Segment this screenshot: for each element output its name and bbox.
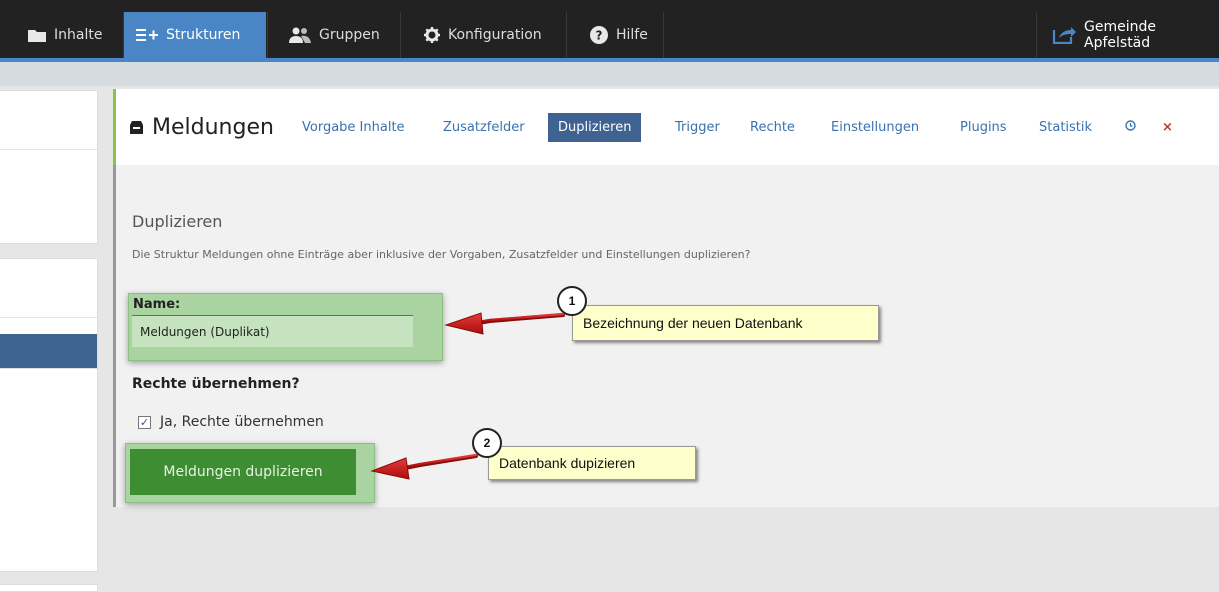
sidebar-panel [0, 368, 98, 572]
rights-checkbox[interactable]: ✓ [138, 415, 151, 429]
nav-item-inhalte[interactable]: Inhalte [16, 12, 114, 58]
clock-icon [1125, 120, 1136, 135]
tab-plugins[interactable]: Plugins [950, 113, 1017, 142]
nav-divider [566, 12, 567, 58]
inbox-icon [129, 115, 144, 140]
structure-icon [136, 28, 158, 42]
tab-trigger[interactable]: Trigger [665, 113, 730, 142]
tab-vorgabe-inhalte[interactable]: Vorgabe Inhalte [292, 113, 415, 142]
folder-icon [28, 28, 46, 42]
callout-text: Datenbank dupizieren [499, 455, 636, 471]
tab-statistik[interactable]: Statistik [1029, 113, 1102, 142]
section-description: Die Struktur Meldungen ohne Einträge abe… [132, 248, 751, 261]
rights-checkbox-label: Ja, Rechte übernehmen [160, 414, 324, 430]
callout-text: Bezeichnung der neuen Datenbank [583, 315, 803, 331]
nav-item-label: Gruppen [319, 27, 380, 43]
external-link-icon [1052, 26, 1076, 44]
callout-duplicate: Datenbank dupizieren [488, 446, 696, 480]
site-link[interactable]: Gemeinde Apfelstäd [1040, 12, 1219, 58]
page-title-text: Meldungen [152, 115, 274, 140]
tab-einstellungen[interactable]: Einstellungen [821, 113, 929, 142]
callout-number-badge: 1 [557, 286, 587, 316]
tab-zusatzfelder[interactable]: Zusatzfelder [433, 113, 535, 142]
tab-duplizieren[interactable]: Duplizieren [548, 113, 642, 142]
users-icon [289, 27, 311, 43]
nav-divider [663, 12, 664, 58]
sidebar-panel [0, 584, 98, 592]
sidebar-panel [0, 90, 98, 244]
nav-item-label: Konfiguration [448, 27, 542, 43]
section-title: Duplizieren [132, 212, 223, 231]
tab-history[interactable] [1115, 113, 1146, 142]
duplicate-button[interactable]: Meldungen duplizieren [130, 449, 356, 495]
sidebar-item-active[interactable] [0, 334, 97, 368]
site-link-label: Gemeinde Apfelstäd [1084, 19, 1156, 51]
page-title: Meldungen [129, 115, 274, 140]
top-navigation: Inhalte Strukturen Gruppen Konfiguration… [0, 0, 1219, 58]
callout-number-badge: 2 [472, 428, 502, 458]
nav-item-label: Hilfe [616, 27, 648, 43]
nav-item-label: Strukturen [166, 27, 241, 43]
nav-item-konfiguration[interactable]: Konfiguration [412, 12, 554, 58]
help-icon: ? [590, 26, 608, 44]
nav-item-hilfe[interactable]: ? Hilfe [578, 12, 660, 58]
gear-icon [424, 27, 440, 43]
structure-header: Meldungen Vorgabe Inhalte Zusatzfelder D… [113, 89, 1219, 165]
nav-divider [267, 12, 268, 58]
nav-divider [400, 12, 401, 58]
callout-name: Bezeichnung der neuen Datenbank [572, 305, 879, 341]
svg-text:?: ? [596, 29, 603, 43]
nav-item-strukturen[interactable]: Strukturen [124, 12, 266, 58]
tab-rechte[interactable]: Rechte [740, 113, 805, 142]
nav-item-gruppen[interactable]: Gruppen [277, 12, 392, 58]
subheader-bar [0, 62, 1219, 86]
nav-item-label: Inhalte [54, 27, 103, 43]
nav-divider [1036, 12, 1037, 58]
close-icon[interactable]: × [1152, 113, 1183, 142]
name-label: Name: [133, 297, 181, 312]
rights-title: Rechte übernehmen? [132, 376, 300, 392]
rights-checkbox-row[interactable]: ✓ Ja, Rechte übernehmen [138, 414, 324, 430]
name-input[interactable] [132, 315, 413, 347]
